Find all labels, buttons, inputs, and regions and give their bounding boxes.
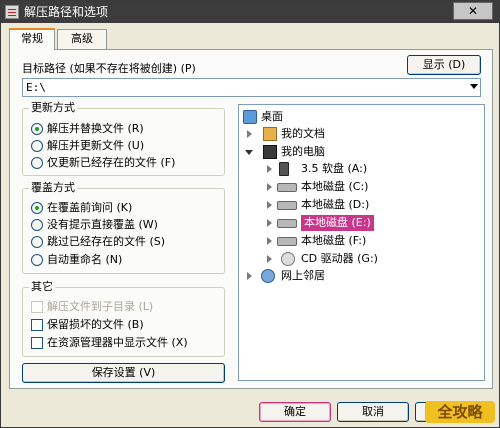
folder-tree[interactable]: 桌面 我的文档 我的电脑 3.5 软盘 (A:) 本地磁盘 (C:) 本地磁盘 …: [238, 104, 485, 381]
update-mode-title: 更新方式: [29, 101, 77, 115]
update-mode-group: 更新方式 解压并替换文件 (R) 解压并更新文件 (U) 仅更新已经存在的文件 …: [22, 101, 225, 176]
option-label: 在资源管理器中显示文件 (X): [47, 336, 188, 349]
tree-item-label: CD 驱动器 (G:): [301, 252, 378, 265]
expand-icon[interactable]: [267, 219, 272, 227]
radio-button[interactable]: [31, 202, 43, 214]
option-label: 解压并更新文件 (U): [47, 139, 145, 152]
option-label: 解压文件到子目录 (L): [47, 300, 154, 313]
expand-icon[interactable]: [267, 183, 272, 191]
network-icon: [261, 269, 275, 283]
extract-dialog: 解压路径和选项 ✕ 常规 高级 目标路径 (如果不存在将被创建) (P) 显示 …: [0, 0, 500, 428]
radio-button[interactable]: [31, 123, 43, 135]
expand-icon[interactable]: [247, 272, 252, 280]
overwrite-mode-title: 覆盖方式: [29, 181, 77, 195]
option-label: 跳过已经存在的文件 (S): [47, 235, 166, 248]
radio-button[interactable]: [31, 157, 43, 169]
expand-icon[interactable]: [267, 255, 272, 263]
show-button[interactable]: 显示 (D): [407, 55, 481, 75]
floppy-icon: [279, 162, 289, 176]
option-label: 在覆盖前询问 (K): [47, 201, 133, 214]
cancel-button[interactable]: 取消: [337, 402, 409, 422]
tree-item-label: 我的文档: [281, 127, 325, 140]
option-label: 解压并替换文件 (R): [47, 122, 144, 135]
expand-icon[interactable]: [267, 201, 272, 209]
hard-disk-icon: [277, 219, 297, 228]
misc-group: 其它 解压文件到子目录 (L) 保留损坏的文件 (B) 在资源管理器中显示文件 …: [22, 280, 225, 357]
checkbox[interactable]: [31, 301, 43, 313]
tree-item-label: 网上邻居: [281, 269, 325, 282]
tree-item-label: 本地磁盘 (D:): [301, 198, 370, 211]
tree-item-label: 本地磁盘 (E:): [301, 215, 374, 231]
radio-button[interactable]: [31, 254, 43, 266]
watermark-logo: 全攻略: [425, 401, 495, 423]
close-button[interactable]: ✕: [453, 2, 493, 20]
ok-button[interactable]: 确定: [259, 402, 331, 422]
checkbox[interactable]: [31, 337, 43, 349]
app-icon: [5, 5, 19, 19]
option-label: 自动重命名 (N): [47, 253, 123, 266]
target-path-label: 目标路径 (如果不存在将被创建) (P): [22, 62, 196, 75]
checkbox[interactable]: [31, 319, 43, 331]
chevron-down-icon[interactable]: [470, 84, 478, 89]
tree-item-label: 我的电脑: [281, 145, 325, 158]
tree-item-label: 3.5 软盘 (A:): [301, 162, 368, 175]
save-settings-button[interactable]: 保存设置 (V): [22, 363, 225, 383]
expand-icon[interactable]: [267, 237, 272, 245]
option-label: 保留损坏的文件 (B): [47, 318, 144, 331]
overwrite-mode-group: 覆盖方式 在覆盖前询问 (K) 没有提示直接覆盖 (W) 跳过已经存在的文件 (…: [22, 181, 225, 274]
radio-button[interactable]: [31, 140, 43, 152]
option-label: 仅更新已经存在的文件 (F): [47, 156, 176, 169]
tab-advanced[interactable]: 高级: [57, 29, 107, 49]
hard-disk-icon: [277, 183, 297, 192]
window-title: 解压路径和选项: [24, 5, 109, 19]
tree-item-label: 本地磁盘 (F:): [301, 234, 367, 247]
tree-item-label: 本地磁盘 (C:): [301, 180, 369, 193]
my-computer-icon: [263, 145, 277, 159]
desktop-icon: [243, 110, 257, 124]
tab-general[interactable]: 常规: [9, 28, 55, 50]
general-tab-panel: 目标路径 (如果不存在将被创建) (P) 显示 (D) E:\ 更新方式 解压并…: [9, 49, 493, 389]
title-bar[interactable]: 解压路径和选项 ✕: [1, 1, 499, 23]
collapse-icon[interactable]: [245, 150, 253, 155]
radio-button[interactable]: [31, 236, 43, 248]
misc-title: 其它: [29, 280, 55, 294]
target-path-input[interactable]: E:\: [22, 78, 481, 97]
hard-disk-icon: [277, 237, 297, 246]
target-path-value: E:\: [26, 81, 46, 94]
hard-disk-icon: [277, 201, 297, 210]
my-documents-icon: [263, 127, 277, 141]
expand-icon[interactable]: [267, 165, 272, 173]
cd-drive-icon: [281, 252, 295, 266]
radio-button[interactable]: [31, 219, 43, 231]
tree-item-label: 桌面: [261, 110, 283, 123]
option-label: 没有提示直接覆盖 (W): [47, 218, 158, 231]
expand-icon[interactable]: [247, 130, 252, 138]
